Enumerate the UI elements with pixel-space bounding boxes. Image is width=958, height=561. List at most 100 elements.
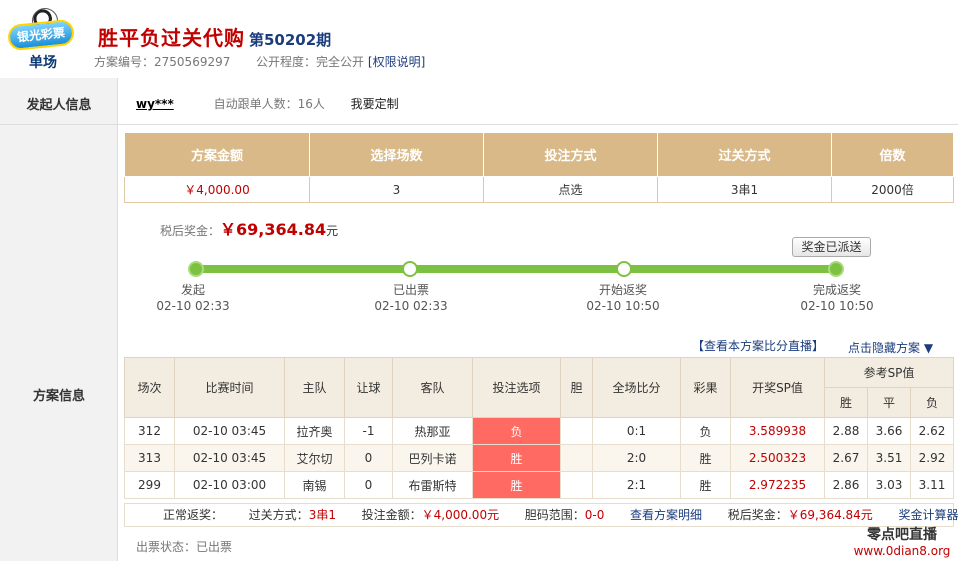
step-time: 02-10 10:50 bbox=[586, 299, 660, 313]
cell-no: 299 bbox=[124, 471, 175, 499]
plan-no-label: 方案编号： bbox=[94, 55, 155, 69]
public-label: 公开程度： bbox=[256, 55, 317, 69]
page-header: 银光彩票 单场 胜平负过关代购 第50202期 方案编号：2750569297 公… bbox=[0, 0, 958, 78]
col-header: 胆 bbox=[560, 357, 593, 418]
summary-header: 方案金额 bbox=[124, 132, 310, 177]
cell-score: 0:1 bbox=[592, 417, 681, 445]
cell-time: 02-10 03:00 bbox=[174, 471, 285, 499]
cell-ref-loss: 2.62 bbox=[910, 417, 954, 445]
step-label: 完成返奖 bbox=[812, 283, 861, 297]
step-time: 02-10 10:50 bbox=[800, 299, 874, 313]
col-header-ref-sp: 参考SP值 bbox=[824, 357, 954, 388]
permission-link[interactable]: [权限说明] bbox=[368, 55, 425, 69]
watermark: 零点吧直播 www.0dian8.org bbox=[852, 524, 952, 558]
table-row: 312 02-10 03:45 拉齐奥 -1 热那亚 负 0:1 负 3.589… bbox=[124, 417, 954, 445]
auto-follow-count: 自动跟单人数：16人 bbox=[213, 97, 325, 111]
cell-time: 02-10 03:45 bbox=[174, 444, 285, 472]
cell-away: 布雷斯特 bbox=[392, 471, 473, 499]
progress-step: 开始返奖 02-10 10:50 bbox=[568, 282, 678, 314]
progress-node-ticketed bbox=[402, 261, 418, 277]
cell-no: 312 bbox=[124, 417, 175, 445]
cell-ref-draw: 3.51 bbox=[867, 444, 911, 472]
cell-ref-win: 2.67 bbox=[824, 444, 868, 472]
detail-header-row: 场次 比赛时间 主队 让球 客队 投注选项 胆 全场比分 彩果 开奖SP值 参考… bbox=[124, 357, 954, 418]
plan-page: 银光彩票 单场 胜平负过关代购 第50202期 方案编号：2750569297 公… bbox=[0, 0, 958, 561]
col-header: 彩果 bbox=[680, 357, 731, 418]
cell-home: 南锡 bbox=[284, 471, 345, 499]
plan-summary-table: 方案金额 选择场数 投注方式 过关方式 倍数 ￥4,000.00 3 点选 3串… bbox=[124, 132, 954, 203]
table-row: 313 02-10 03:45 艾尔切 0 巴列卡诺 胜 2:0 胜 2.500… bbox=[124, 444, 954, 472]
cell-pick: 负 bbox=[472, 417, 561, 445]
issue-number: 第50202期 bbox=[249, 31, 332, 49]
summary-value-row: ￥4,000.00 3 点选 3串1 2000倍 bbox=[124, 176, 954, 203]
step-label: 开始返奖 bbox=[598, 283, 647, 297]
live-score-link[interactable]: 【查看本方案比分直播】 bbox=[692, 337, 824, 354]
sub-header: 平 bbox=[867, 387, 911, 418]
cell-away: 巴列卡诺 bbox=[392, 444, 473, 472]
multiplier: 2000倍 bbox=[831, 176, 954, 203]
step-label: 发起 bbox=[180, 283, 205, 297]
site-logo[interactable]: 银光彩票 单场 bbox=[6, 6, 80, 72]
cell-ref-draw: 3.66 bbox=[867, 417, 911, 445]
table-row: 299 02-10 03:00 南锡 0 布雷斯特 胜 2:1 胜 2.9722… bbox=[124, 471, 954, 499]
pass-method: 3串1 bbox=[657, 176, 832, 203]
hide-plan-link[interactable]: 点击隐藏方案 ▼ bbox=[848, 339, 933, 356]
plan-footer-summary: 正常返奖： 过关方式：3串1 投注金额：￥4,000.00元 胆码范围：0-0 … bbox=[124, 503, 958, 527]
cell-result: 负 bbox=[680, 417, 731, 445]
custom-follow-link[interactable]: 我要定制 bbox=[351, 97, 399, 111]
section-divider bbox=[0, 124, 958, 125]
cell-handicap: 0 bbox=[344, 444, 393, 472]
cell-result: 胜 bbox=[680, 444, 731, 472]
banker-range-label: 胆码范围： bbox=[524, 508, 585, 522]
cell-no: 313 bbox=[124, 444, 175, 472]
cell-home: 艾尔切 bbox=[284, 444, 345, 472]
cell-time: 02-10 03:45 bbox=[174, 417, 285, 445]
progress-node-payout-start bbox=[616, 261, 632, 277]
plan-no: 2750569297 bbox=[154, 55, 231, 69]
pass-value: 3串1 bbox=[308, 508, 336, 522]
progress-step: 完成返奖 02-10 10:50 bbox=[782, 282, 892, 314]
prize-calculator-link[interactable]: 奖金计算器 bbox=[898, 508, 958, 522]
cell-ref-win: 2.88 bbox=[824, 417, 868, 445]
step-time: 02-10 02:33 bbox=[156, 299, 230, 313]
logo-badge: 银光彩票 bbox=[6, 18, 76, 52]
cell-pick: 胜 bbox=[472, 444, 561, 472]
cell-ref-draw: 3.03 bbox=[867, 471, 911, 499]
initiator-username[interactable]: wy*** bbox=[136, 97, 174, 111]
section-labels bbox=[0, 78, 118, 561]
prize-unit: 元 bbox=[326, 224, 339, 238]
page-title: 胜平负过关代购 第50202期 bbox=[98, 22, 331, 51]
bet-amount-label: 投注金额： bbox=[361, 508, 422, 522]
cell-score: 2:1 bbox=[592, 471, 681, 499]
plan-amount: ￥4,000.00 bbox=[124, 176, 310, 203]
sub-header: 负 bbox=[910, 387, 954, 418]
cell-banker bbox=[560, 471, 593, 499]
cell-handicap: 0 bbox=[344, 471, 393, 499]
progress-step: 已出票 02-10 02:33 bbox=[356, 282, 466, 314]
prize-sent-button[interactable]: 奖金已派送 bbox=[792, 237, 871, 257]
match-count: 3 bbox=[309, 176, 484, 203]
col-header: 全场比分 bbox=[592, 357, 681, 418]
cell-sp: 2.500323 bbox=[730, 444, 825, 472]
bet-amount-value: ￥4,000.00元 bbox=[421, 508, 500, 522]
col-header: 投注选项 bbox=[472, 357, 561, 418]
progress-node-payout-done bbox=[828, 261, 844, 277]
summary-header: 倍数 bbox=[831, 132, 954, 177]
banker-range-value: 0-0 bbox=[584, 508, 605, 522]
prize-amount: ￥69,364.84 bbox=[220, 220, 327, 239]
col-header: 客队 bbox=[392, 357, 473, 418]
plan-detail-link[interactable]: 查看方案明细 bbox=[630, 508, 702, 522]
cell-handicap: -1 bbox=[344, 417, 393, 445]
summary-header: 投注方式 bbox=[483, 132, 658, 177]
bet-method: 点选 bbox=[483, 176, 658, 203]
summary-header: 过关方式 bbox=[657, 132, 832, 177]
cell-banker bbox=[560, 417, 593, 445]
cell-ref-loss: 3.11 bbox=[910, 471, 954, 499]
after-tax-prize: 税后奖金：￥69,364.84元 bbox=[160, 216, 338, 240]
match-detail-table: 场次 比赛时间 主队 让球 客队 投注选项 胆 全场比分 彩果 开奖SP值 参考… bbox=[124, 357, 954, 499]
plan-section-label: 方案信息 bbox=[32, 389, 85, 404]
footer-prize-value: ￥69,364.84元 bbox=[787, 508, 873, 522]
cell-ref-win: 2.86 bbox=[824, 471, 868, 499]
initiator-info: wy*** 自动跟单人数：16人 我要定制 bbox=[136, 95, 399, 112]
footer-prize-label: 税后奖金： bbox=[727, 508, 788, 522]
